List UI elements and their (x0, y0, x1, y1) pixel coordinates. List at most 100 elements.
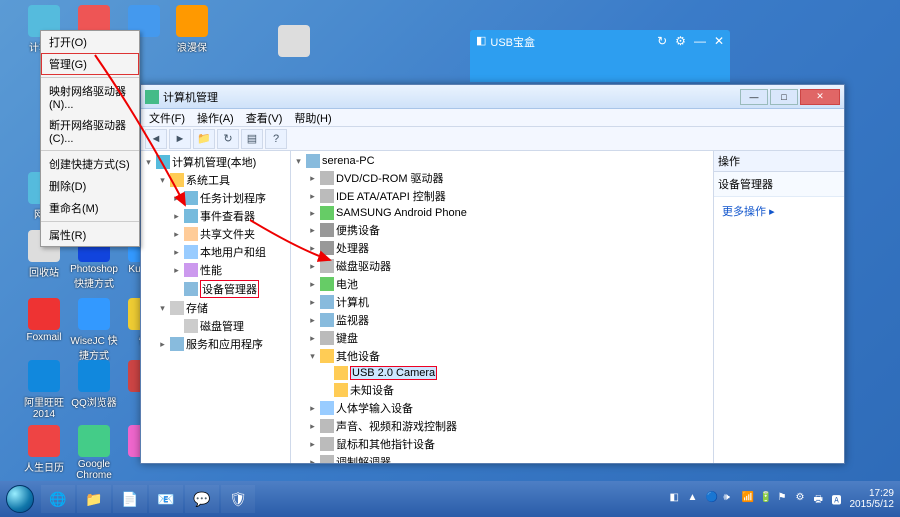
menu-item[interactable]: 文件(F) (149, 110, 185, 126)
tray-icon[interactable]: 🖶 (814, 492, 828, 506)
device-node[interactable]: ▸声音、视频和游戏控制器 (293, 417, 711, 435)
twisty-icon[interactable]: ▸ (307, 439, 318, 450)
nav-node[interactable]: ▸性能 (143, 261, 288, 279)
device-node[interactable]: ▸计算机 (293, 293, 711, 311)
twisty-icon[interactable]: ▸ (307, 173, 318, 184)
twisty-icon[interactable]: ▸ (307, 403, 318, 414)
nav-node[interactable]: ▸本地用户和组 (143, 243, 288, 261)
nav-node[interactable]: ▾系统工具 (143, 171, 288, 189)
twisty-icon[interactable]: ▸ (171, 211, 182, 222)
back-button[interactable]: ◄ (145, 129, 167, 149)
ctx-prop[interactable]: 属性(R) (41, 224, 139, 246)
device-node[interactable]: ▸监视器 (293, 311, 711, 329)
nav-node[interactable]: ▸共享文件夹 (143, 225, 288, 243)
device-node[interactable]: ▸便携设备 (293, 221, 711, 239)
tray-icon[interactable]: 🅰 (832, 492, 846, 506)
twisty-icon[interactable]: ▾ (157, 175, 168, 186)
menu-item[interactable]: 操作(A) (197, 110, 234, 126)
twisty-icon[interactable]: ▸ (171, 229, 182, 240)
twisty-icon[interactable]: ▸ (171, 247, 182, 258)
tray-icon[interactable]: ⚑ (778, 492, 792, 506)
device-node[interactable]: ▸人体学输入设备 (293, 399, 711, 417)
ctx-ren[interactable]: 重命名(M) (41, 197, 139, 219)
taskbar-pin[interactable]: 📧 (149, 485, 183, 513)
twisty-icon[interactable]: ▸ (307, 315, 318, 326)
ctx-disc[interactable]: 断开网络驱动器(C)... (41, 114, 139, 148)
ctx-short[interactable]: 创建快捷方式(S) (41, 153, 139, 175)
ctx-del[interactable]: 删除(D) (41, 175, 139, 197)
nav-node[interactable]: ▸任务计划程序 (143, 189, 288, 207)
twisty-icon[interactable]: ▸ (307, 208, 318, 219)
tray-icon[interactable]: ⚙ (796, 492, 810, 506)
tray-icon[interactable]: ▲ (688, 492, 702, 506)
twisty-icon[interactable]: ▸ (307, 279, 318, 290)
nav-node[interactable]: 磁盘管理 (143, 317, 288, 335)
menu-item[interactable]: 查看(V) (246, 110, 283, 126)
tray-icon[interactable]: 📶 (742, 492, 756, 506)
desktop-icon[interactable]: WiseJC 快捷方式 (70, 298, 118, 362)
taskbar-pin[interactable]: 📁 (77, 485, 111, 513)
twisty-icon[interactable]: ▸ (307, 191, 318, 202)
desktop-icon[interactable] (270, 25, 318, 59)
tray-icon[interactable]: 🔋 (760, 492, 774, 506)
device-node[interactable]: ▸调制解调器 (293, 453, 711, 463)
device-node[interactable]: ▸SAMSUNG Android Phone (293, 205, 711, 221)
fwd-button[interactable]: ► (169, 129, 191, 149)
gear-icon[interactable]: ⚙ (675, 34, 686, 48)
ctx-manage[interactable]: 管理(G) (41, 53, 139, 75)
desktop-icon[interactable]: 人生日历 (20, 425, 68, 474)
taskbar-pin[interactable]: 🛡 (221, 485, 255, 513)
minimize-button[interactable]: — (740, 89, 768, 105)
ctx-map[interactable]: 映射网络驱动器(N)... (41, 80, 139, 114)
desktop-icon[interactable]: QQ浏览器 (70, 360, 118, 409)
close-icon[interactable]: ✕ (714, 34, 724, 48)
nav-node[interactable]: 设备管理器 (143, 279, 288, 299)
device-node[interactable]: 未知设备 (293, 381, 711, 399)
prop-button[interactable]: ▤ (241, 129, 263, 149)
menu-item[interactable]: 帮助(H) (294, 110, 331, 126)
nav-node[interactable]: ▾存储 (143, 299, 288, 317)
twisty-icon[interactable]: ▾ (307, 351, 318, 362)
twisty-icon[interactable]: ▸ (307, 297, 318, 308)
twisty-icon[interactable]: ▸ (171, 193, 182, 204)
device-node[interactable]: ▸磁盘驱动器 (293, 257, 711, 275)
refresh-button[interactable]: ↻ (217, 129, 239, 149)
twisty-icon[interactable]: ▸ (307, 457, 318, 464)
desktop-icon[interactable]: Foxmail (20, 298, 68, 343)
twisty-icon[interactable]: ▾ (157, 303, 168, 314)
desktop-icon[interactable]: 浪漫保 (168, 5, 216, 54)
help-button[interactable]: ? (265, 129, 287, 149)
tray-icon[interactable]: ◧ (670, 492, 684, 506)
nav-node[interactable]: ▸事件查看器 (143, 207, 288, 225)
twisty-icon[interactable]: ▸ (171, 265, 182, 276)
start-button[interactable] (0, 481, 40, 517)
titlebar[interactable]: 计算机管理 — □ ✕ (141, 85, 844, 109)
tray-icon[interactable]: 🔵 (706, 492, 720, 506)
twisty-icon[interactable]: ▸ (307, 333, 318, 344)
twisty-icon[interactable]: ▸ (307, 243, 318, 254)
device-node[interactable]: ▸电池 (293, 275, 711, 293)
desktop-icon[interactable]: Google Chrome (70, 425, 118, 481)
twisty-icon[interactable]: ▸ (307, 421, 318, 432)
close-button[interactable]: ✕ (800, 89, 840, 105)
device-root[interactable]: ▾serena-PC (293, 153, 711, 169)
twisty-icon[interactable]: ▾ (143, 157, 154, 168)
device-node[interactable]: ▸处理器 (293, 239, 711, 257)
taskbar-pin[interactable]: 📄 (113, 485, 147, 513)
twisty-icon[interactable]: ▸ (307, 225, 318, 236)
more-actions-link[interactable]: 更多操作 ▸ (714, 197, 844, 225)
device-node[interactable]: ▸鼠标和其他指针设备 (293, 435, 711, 453)
device-node[interactable]: ▸键盘 (293, 329, 711, 347)
twisty-icon[interactable]: ▸ (307, 261, 318, 272)
twisty-icon[interactable]: ▸ (157, 339, 168, 350)
up-button[interactable]: 📁 (193, 129, 215, 149)
device-node[interactable]: ▾其他设备 (293, 347, 711, 365)
tray-icon[interactable]: 🕪 (724, 492, 738, 506)
minimize-icon[interactable]: — (694, 34, 706, 48)
nav-node[interactable]: ▸服务和应用程序 (143, 335, 288, 353)
ctx-open[interactable]: 打开(O) (41, 31, 139, 53)
refresh-icon[interactable]: ↻ (657, 34, 667, 48)
taskbar-pin[interactable]: 💬 (185, 485, 219, 513)
taskbar-pin[interactable]: 🌐 (41, 485, 75, 513)
device-node[interactable]: USB 2.0 Camera (293, 365, 711, 381)
